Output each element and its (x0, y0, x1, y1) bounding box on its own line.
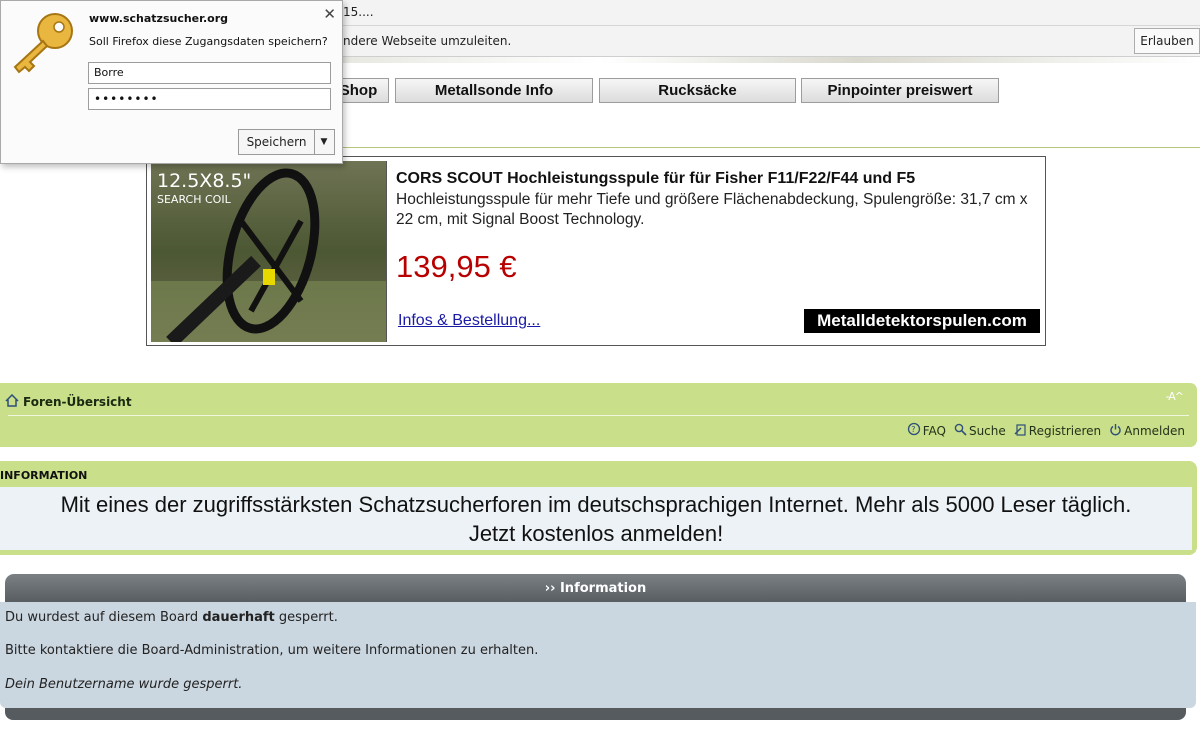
save-button[interactable]: Speichern (239, 130, 315, 154)
redirect-notification-text: ndere Webseite umzuleiten. (343, 34, 512, 48)
search-icon (954, 423, 967, 439)
close-icon[interactable]: ✕ (323, 5, 336, 23)
nav-button-pinpointer[interactable]: Pinpointer preiswert (801, 78, 999, 103)
ban-message-line: Du wurdest auf diesem Board dauerhaft ge… (5, 610, 338, 625)
username-banned-text: Dein Benutzername wurde gesperrt. (5, 677, 243, 692)
font-size-control[interactable]: -A^ (1166, 390, 1185, 403)
power-icon (1109, 423, 1122, 439)
key-icon (9, 11, 77, 79)
popup-question: Soll Firefox diese Zugangsdaten speicher… (89, 35, 328, 48)
chevron-down-icon[interactable]: ▼ (314, 130, 334, 154)
home-icon (5, 393, 19, 410)
forum-navbar: Foren-Übersicht -A^ ? FAQ Suche Registri… (0, 383, 1197, 447)
contact-admin-text: Bitte kontaktiere die Board-Administrati… (5, 643, 539, 658)
popup-site: www.schatzsucher.org (89, 12, 229, 25)
ad-order-link[interactable]: Infos & Bestellung... (398, 312, 540, 330)
information-line-2: Jetzt kostenlos anmelden! (468, 521, 724, 546)
nav-button-rucksaecke[interactable]: Rucksäcke (599, 78, 796, 103)
nav-button-metallsonde-info[interactable]: Metallsonde Info (395, 78, 593, 103)
password-field[interactable]: •••••••• (88, 88, 331, 110)
login-link[interactable]: Anmelden (1109, 422, 1185, 439)
save-password-popup: www.schatzsucher.org Soll Firefox diese … (0, 0, 343, 164)
navbar-divider (8, 415, 1189, 416)
breadcrumb-label: Foren-Übersicht (23, 395, 132, 409)
register-icon (1014, 423, 1027, 439)
register-link[interactable]: Registrieren (1014, 422, 1101, 439)
allow-redirect-button[interactable]: Erlauben (1134, 28, 1200, 54)
product-ad: 12.5X8.5" SEARCH COIL CORS SCOUT Hochlei… (146, 156, 1046, 346)
search-link[interactable]: Suche (954, 422, 1006, 439)
notification-text-top: 15.... (343, 5, 374, 19)
faq-label: FAQ (922, 423, 946, 438)
panel-title: ›› Information (5, 574, 1186, 604)
ad-price: 139,95 € (396, 249, 517, 284)
ban-text-post: gesperrt. (274, 610, 338, 625)
information-message: Mit eines der zugriffsstärksten Schatzsu… (0, 487, 1192, 550)
breadcrumb[interactable]: Foren-Übersicht (5, 393, 132, 410)
navbar-links: ? FAQ Suche Registrieren Anmelden (907, 422, 1185, 439)
search-label: Suche (968, 423, 1006, 438)
ban-text-bold: dauerhaft (202, 610, 275, 625)
site-banner-strip (343, 57, 1200, 63)
faq-link[interactable]: ? FAQ (907, 422, 946, 439)
coil-label-text: SEARCH COIL (157, 193, 232, 206)
panel-footer (5, 708, 1186, 720)
information-line-1: Mit eines der zugriffsstärksten Schatzsu… (60, 492, 1132, 517)
login-label: Anmelden (1124, 423, 1185, 438)
ad-brand-logo[interactable]: Metalldetektorspulen.com (804, 309, 1040, 333)
svg-text:?: ? (911, 425, 915, 434)
product-image[interactable]: 12.5X8.5" SEARCH COIL (151, 161, 387, 342)
faq-icon: ? (907, 422, 921, 439)
ban-text-pre: Du wurdest auf diesem Board (5, 610, 203, 625)
ad-description: Hochleistungsspule für mehr Tiefe und gr… (396, 191, 1028, 228)
information-box: INFORMATION Mit eines der zugriffsstärks… (0, 461, 1197, 555)
username-field[interactable]: Borre (88, 62, 331, 84)
ban-message-panel: Du wurdest auf diesem Board dauerhaft ge… (0, 602, 1196, 708)
save-button-group: Speichern ▼ (238, 129, 335, 155)
register-label: Registrieren (1028, 423, 1102, 438)
ad-title[interactable]: CORS SCOUT Hochleistungsspule für für Fi… (396, 170, 915, 188)
information-label: INFORMATION (0, 469, 88, 482)
coil-size-text: 12.5X8.5" (157, 170, 251, 192)
